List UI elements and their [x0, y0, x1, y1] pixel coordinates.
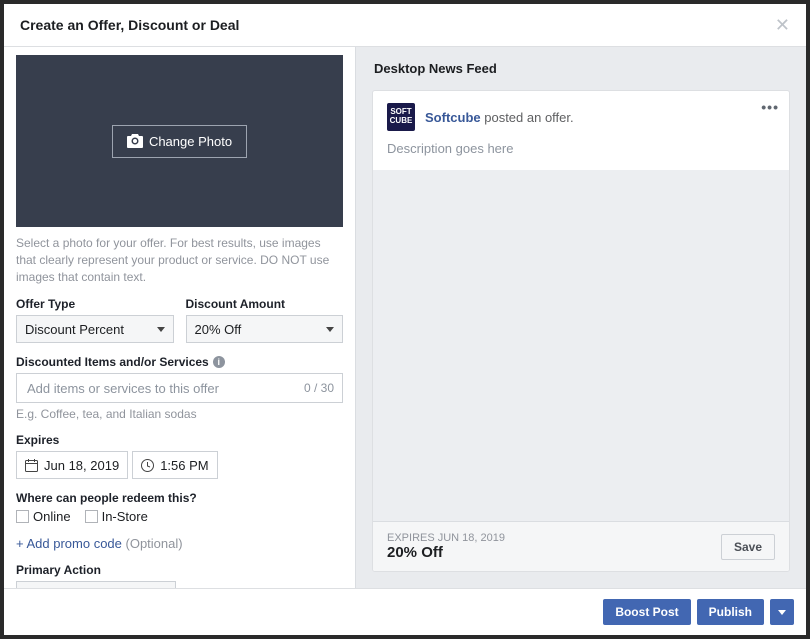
items-example: E.g. Coffee, tea, and Italian sodas: [16, 407, 343, 421]
post-footer: EXPIRES JUN 18, 2019 20% Off Save: [373, 521, 789, 571]
instore-checkbox[interactable]: In-Store: [85, 509, 148, 524]
modal-body: Change Photo Select a photo for your off…: [4, 47, 806, 588]
items-input-wrapper: 0 / 30: [16, 373, 343, 403]
online-checkbox[interactable]: Online: [16, 509, 71, 524]
modal-header: Create an Offer, Discount or Deal ✕: [4, 4, 806, 47]
publish-button[interactable]: Publish: [697, 599, 764, 625]
expires-time-picker[interactable]: 1:56 PM: [132, 451, 217, 479]
chevron-down-icon: [157, 327, 165, 332]
change-photo-label: Change Photo: [149, 134, 232, 149]
items-label: Discounted Items and/or Services i: [16, 355, 343, 369]
form-panel: Change Photo Select a photo for your off…: [4, 47, 356, 588]
items-counter: 0 / 30: [304, 381, 334, 395]
page-logo: SOFT CUBE: [387, 103, 415, 131]
preview-panel: Desktop News Feed SOFT CUBE Softcube pos…: [356, 47, 806, 588]
checkbox-icon: [16, 510, 29, 523]
primary-action-select[interactable]: Save: [16, 581, 176, 588]
post-body: [373, 170, 789, 521]
expires-date-value: Jun 18, 2019: [44, 458, 119, 473]
offer-amount: 20% Off: [387, 544, 505, 561]
discount-amount-value: 20% Off: [195, 322, 242, 337]
calendar-icon: [25, 459, 38, 472]
promo-optional: (Optional): [126, 536, 183, 551]
modal-footer: Boost Post Publish: [4, 588, 806, 635]
offer-type-select[interactable]: Discount Percent: [16, 315, 174, 343]
post-menu-icon[interactable]: •••: [761, 99, 779, 115]
post-header: SOFT CUBE Softcube posted an offer. •••: [373, 91, 789, 135]
online-label: Online: [33, 509, 71, 524]
info-icon[interactable]: i: [213, 356, 225, 368]
discount-amount-select[interactable]: 20% Off: [186, 315, 344, 343]
expires-badge: EXPIRES JUN 18, 2019: [387, 532, 505, 544]
posted-text: posted an offer.: [481, 110, 574, 125]
photo-uploader: Change Photo: [16, 55, 343, 227]
change-photo-button[interactable]: Change Photo: [112, 125, 247, 158]
discount-amount-label: Discount Amount: [186, 297, 344, 311]
expires-label: Expires: [16, 433, 343, 447]
post-description: Description goes here: [373, 135, 789, 170]
preview-card: SOFT CUBE Softcube posted an offer. ••• …: [372, 90, 790, 572]
offer-type-label: Offer Type: [16, 297, 174, 311]
chevron-down-icon: [778, 610, 786, 615]
post-title: Softcube posted an offer.: [425, 110, 574, 125]
modal-title: Create an Offer, Discount or Deal: [20, 17, 239, 33]
items-input[interactable]: [25, 380, 304, 397]
checkbox-icon: [85, 510, 98, 523]
primary-action-label: Primary Action: [16, 563, 343, 577]
close-icon[interactable]: ✕: [775, 16, 790, 34]
add-promo-link[interactable]: + Add promo code: [16, 536, 122, 551]
page-name-link[interactable]: Softcube: [425, 110, 481, 125]
expires-time-value: 1:56 PM: [160, 458, 208, 473]
camera-icon: [127, 134, 143, 148]
expires-date-picker[interactable]: Jun 18, 2019: [16, 451, 128, 479]
redeem-label: Where can people redeem this?: [16, 491, 343, 505]
save-offer-button[interactable]: Save: [721, 534, 775, 560]
photo-help-text: Select a photo for your offer. For best …: [16, 235, 343, 285]
clock-icon: [141, 459, 154, 472]
offer-modal: Create an Offer, Discount or Deal ✕ Chan…: [0, 0, 810, 639]
offer-type-value: Discount Percent: [25, 322, 124, 337]
publish-dropdown-button[interactable]: [770, 599, 794, 625]
boost-post-button[interactable]: Boost Post: [603, 599, 690, 625]
preview-header: Desktop News Feed: [356, 47, 806, 90]
instore-label: In-Store: [102, 509, 148, 524]
chevron-down-icon: [326, 327, 334, 332]
